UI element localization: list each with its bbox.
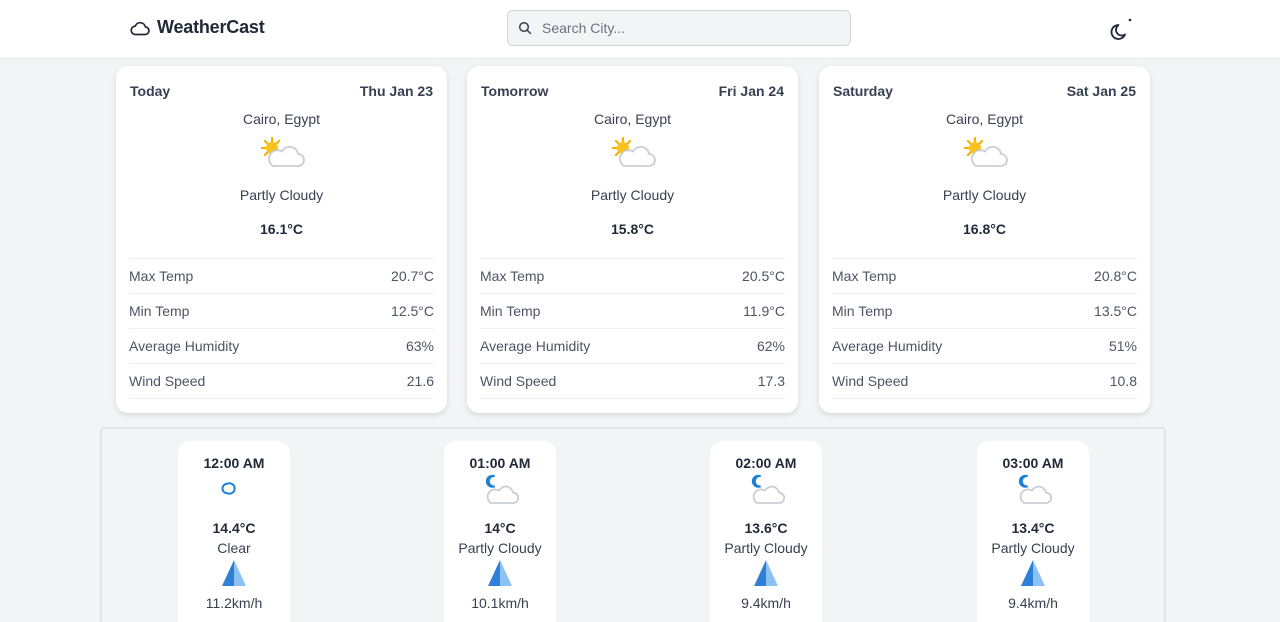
temperature: 15.8°C (611, 221, 654, 237)
hour-wind-speed: 10.1km/h (471, 595, 529, 611)
detail-row-min-temp: Min Temp 13.5°C (832, 294, 1137, 329)
hour-wind-speed: 9.4km/h (1008, 595, 1058, 611)
detail-value: 63% (405, 338, 434, 354)
search-input[interactable] (542, 20, 822, 36)
detail-value: 10.8 (1109, 373, 1137, 389)
detail-label: Wind Speed (480, 373, 557, 389)
detail-list: Max Temp 20.8°C Min Temp 13.5°C Average Hu… (832, 258, 1137, 399)
detail-row-min-temp: Min Temp 12.5°C (129, 294, 434, 329)
dark-mode-toggle[interactable] (1108, 16, 1134, 42)
wind-direction-icon (754, 560, 778, 586)
hour-time: 12:00 AM (203, 455, 265, 471)
detail-row-wind-speed: Wind Speed 21.6 (129, 364, 434, 399)
detail-value: 20.5°C (742, 268, 785, 284)
detail-list: Max Temp 20.7°C Min Temp 12.5°C Average Hu… (129, 258, 434, 399)
detail-value: 11.9°C (743, 303, 785, 319)
detail-value: 20.8°C (1094, 268, 1137, 284)
detail-label: Min Temp (832, 303, 893, 319)
forecast-day-card: Saturday Sat Jan 25 Cairo, Egypt Partly C… (819, 66, 1150, 413)
hour-wind-speed: 9.4km/h (741, 595, 791, 611)
detail-label: Wind Speed (129, 373, 206, 389)
day-label: Tomorrow (481, 83, 549, 99)
hour-condition: Partly Cloudy (458, 540, 542, 556)
detail-value: 17.3 (757, 373, 785, 389)
detail-value: 51% (1108, 338, 1137, 354)
hour-temperature: 14°C (484, 520, 516, 536)
detail-label: Max Temp (832, 268, 897, 284)
detail-row-wind-speed: Wind Speed 17.3 (480, 364, 785, 399)
moon-cloud-icon (485, 474, 520, 504)
wind-direction-icon (1021, 560, 1045, 586)
hour-temperature: 13.4°C (1011, 520, 1055, 536)
partly-cloudy-icon (963, 136, 1008, 167)
detail-label: Min Temp (129, 303, 190, 319)
location: Cairo, Egypt (242, 111, 321, 127)
forecast-day-card: Tomorrow Fri Jan 24 Cairo, Egypt Partly C… (467, 66, 798, 413)
hour-time: 02:00 AM (735, 455, 797, 471)
hour-time: 01:00 AM (469, 455, 531, 471)
search-box[interactable] (507, 10, 851, 46)
detail-row-max-temp: Max Temp 20.5°C (480, 259, 785, 294)
detail-value: 62% (756, 338, 785, 354)
hourly-forecast-panel: 12:00 AM 14.4°C Clear 11.2km/h 01:00 AM … (100, 427, 1166, 622)
day-label: Saturday (833, 83, 893, 99)
brand-name: WeatherCast (157, 17, 265, 37)
detail-label: Average Humidity (832, 338, 943, 354)
detail-label: Min Temp (480, 303, 541, 319)
hour-temperature: 13.6°C (744, 520, 788, 536)
temperature: 16.8°C (963, 221, 1006, 237)
detail-row-wind-speed: Wind Speed 10.8 (832, 364, 1137, 399)
location: Cairo, Egypt (593, 111, 672, 127)
search-icon (518, 21, 532, 35)
detail-row-humidity: Average Humidity 62% (480, 329, 785, 364)
hour-card: 02:00 AM 13.6°C Partly Cloudy 9.4km/h (710, 441, 822, 622)
hour-condition: Partly Cloudy (724, 540, 808, 556)
detail-value: 20.7°C (391, 268, 434, 284)
detail-label: Max Temp (480, 268, 545, 284)
detail-row-max-temp: Max Temp 20.7°C (129, 259, 434, 294)
detail-row-max-temp: Max Temp 20.8°C (832, 259, 1137, 294)
detail-label: Max Temp (129, 268, 194, 284)
day-date: Sat Jan 25 (1066, 83, 1136, 99)
top-navbar: WeatherCast (0, 0, 1280, 59)
temperature: 16.1°C (260, 221, 303, 237)
moon-cloud-icon (751, 474, 786, 504)
hour-card: 12:00 AM 14.4°C Clear 11.2km/h (178, 441, 290, 622)
partly-cloudy-icon (611, 136, 656, 167)
detail-value: 21.6 (406, 373, 434, 389)
day-date: Fri Jan 24 (718, 83, 784, 99)
wind-direction-icon (488, 560, 512, 586)
detail-row-humidity: Average Humidity 51% (832, 329, 1137, 364)
detail-label: Average Humidity (480, 338, 591, 354)
hour-card: 03:00 AM 13.4°C Partly Cloudy 9.4km/h (977, 441, 1089, 622)
moon-cloud-icon (1018, 474, 1053, 504)
forecast-day-card: Today Thu Jan 23 Cairo, Egypt Partly Clou… (116, 66, 447, 413)
condition: Partly Cloudy (239, 187, 324, 203)
detail-label: Average Humidity (129, 338, 240, 354)
hour-condition: Partly Cloudy (991, 540, 1075, 556)
wind-direction-icon (222, 560, 246, 586)
cloud-logo-icon (130, 21, 150, 35)
detail-value: 12.5°C (391, 303, 434, 319)
location: Cairo, Egypt (945, 111, 1024, 127)
condition: Partly Cloudy (942, 187, 1027, 203)
partly-cloudy-icon (260, 136, 305, 167)
brand[interactable]: WeatherCast (130, 17, 265, 38)
detail-value: 13.5°C (1094, 303, 1137, 319)
hour-wind-speed: 11.2km/h (205, 595, 263, 611)
hour-card: 01:00 AM 14°C Partly Cloudy 10.1km/h (444, 441, 556, 622)
day-label: Today (130, 83, 171, 99)
detail-row-humidity: Average Humidity 63% (129, 329, 434, 364)
hour-time: 03:00 AM (1002, 455, 1064, 471)
detail-label: Wind Speed (832, 373, 909, 389)
condition: Partly Cloudy (590, 187, 675, 203)
day-date: Thu Jan 23 (359, 83, 433, 99)
detail-row-min-temp: Min Temp 11.9°C (480, 294, 785, 329)
moon-icon (1110, 18, 1132, 40)
hour-condition: Clear (217, 540, 251, 556)
moon-icon (221, 482, 236, 495)
detail-list: Max Temp 20.5°C Min Temp 11.9°C Average Hu… (480, 258, 785, 399)
hour-temperature: 14.4°C (212, 520, 256, 536)
